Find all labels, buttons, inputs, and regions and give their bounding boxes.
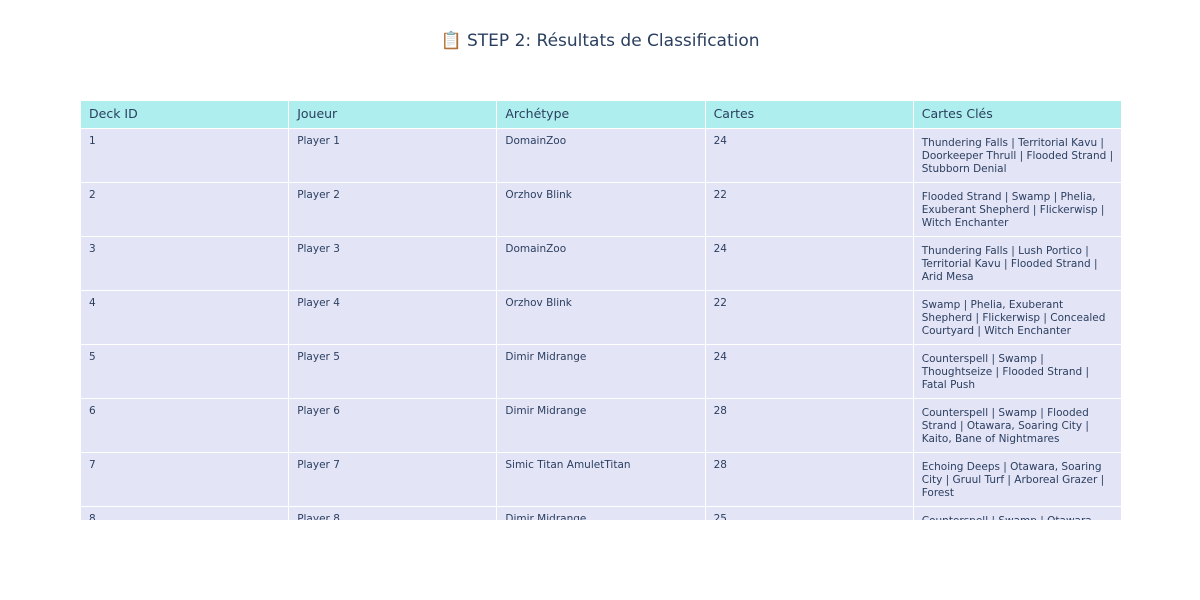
cartes-cles-cell: Counterspell | Swamp | Flooded Strand | … (912, 398, 1121, 453)
column-header-archetype: Archétype (496, 100, 706, 129)
cartes-cell: 24 (704, 236, 914, 291)
cartes-cles-cell: Counterspell | Swamp | Thoughtseize | Fl… (912, 344, 1121, 399)
chart-title: 📋 STEP 2: Résultats de Classification (440, 31, 760, 51)
column-header-joueur: Joueur (288, 100, 498, 129)
archetype-cell: DomainZoo (496, 128, 706, 183)
table-row: 5 Player 5 Dimir Midrange 24 Counterspell | … (80, 344, 1121, 399)
table-row: 8Player 8Dimir Midrange25Counterspell | … (80, 506, 1121, 520)
cartes-cles-cell: Thundering Falls | Territorial Kavu | Do… (912, 128, 1121, 183)
deck-id-cell: 3 (80, 236, 290, 291)
table-row: 6 Player 6 Dimir Midrange 28 Counterspell | … (80, 398, 1121, 453)
joueur-cell: Player 1 (288, 128, 498, 183)
joueur-cell: Player 4 (288, 290, 498, 345)
table-body: 1 Player 1 DomainZoo 24 Thundering Falls | T… (80, 128, 1121, 520)
cartes-cles-cell: Counterspell | Swamp | Otawara (912, 506, 1121, 520)
cartes-cles-cell: Flooded Strand | Swamp | Phelia, Exubera… (912, 182, 1121, 237)
deck-id-cell: 4 (80, 290, 290, 345)
classification-table: Deck ID Joueur Archétype Cartes Cartes C… (80, 100, 1121, 520)
joueur-cell: Player 8 (288, 506, 498, 520)
joueur-cell: Player 7 (288, 452, 498, 507)
archetype-cell: Orzhov Blink (496, 290, 706, 345)
cartes-cles-cell: Echoing Deeps | Otawara, Soaring City | … (912, 452, 1121, 507)
cartes-cell: 25 (704, 506, 914, 520)
joueur-cell: Player 5 (288, 344, 498, 399)
cartes-cell: 24 (704, 128, 914, 183)
page: 📋 STEP 2: Résultats de Classification De… (0, 0, 1200, 600)
cartes-cles-cell: Thundering Falls | Lush Portico | Territ… (912, 236, 1121, 291)
deck-id-cell: 1 (80, 128, 290, 183)
table-row: 2 Player 2 Orzhov Blink 22 Flooded Strand | … (80, 182, 1121, 237)
table-row: 4 Player 4 Orzhov Blink 22 Swamp | Phelia, E… (80, 290, 1121, 345)
cartes-cell: 24 (704, 344, 914, 399)
deck-id-cell: 7 (80, 452, 290, 507)
archetype-cell: Dimir Midrange (496, 398, 706, 453)
table-row: 3 Player 3 DomainZoo 24 Thundering Falls | L… (80, 236, 1121, 291)
archetype-cell: Simic Titan AmuletTitan (496, 452, 706, 507)
cartes-cell: 22 (704, 182, 914, 237)
column-header-cartes: Cartes (704, 100, 914, 129)
column-header-cartes-cles: Cartes Clés (912, 100, 1121, 129)
deck-id-cell: 2 (80, 182, 290, 237)
joueur-cell: Player 2 (288, 182, 498, 237)
joueur-cell: Player 6 (288, 398, 498, 453)
cartes-cles-cell: Swamp | Phelia, Exuberant Shepherd | Fli… (912, 290, 1121, 345)
cartes-cell: 22 (704, 290, 914, 345)
archetype-cell: DomainZoo (496, 236, 706, 291)
archetype-cell: Dimir Midrange (496, 344, 706, 399)
archetype-cell: Dimir Midrange (496, 506, 706, 520)
table-row: 7 Player 7 Simic Titan AmuletTitan 28 Echoin… (80, 452, 1121, 507)
deck-id-cell: 6 (80, 398, 290, 453)
joueur-cell: Player 3 (288, 236, 498, 291)
table-row: 1 Player 1 DomainZoo 24 Thundering Falls | T… (80, 128, 1121, 183)
deck-id-cell: 5 (80, 344, 290, 399)
column-header-deck-id: Deck ID (80, 100, 290, 129)
header-row: Deck ID Joueur Archétype Cartes Cartes C… (80, 100, 1121, 129)
archetype-cell: Orzhov Blink (496, 182, 706, 237)
deck-id-cell: 8 (80, 506, 290, 520)
table-header: Deck ID Joueur Archétype Cartes Cartes C… (80, 100, 1121, 129)
cartes-cell: 28 (704, 398, 914, 453)
table-viewport[interactable]: Deck ID Joueur Archétype Cartes Cartes C… (80, 100, 1121, 520)
cartes-cell: 28 (704, 452, 914, 507)
